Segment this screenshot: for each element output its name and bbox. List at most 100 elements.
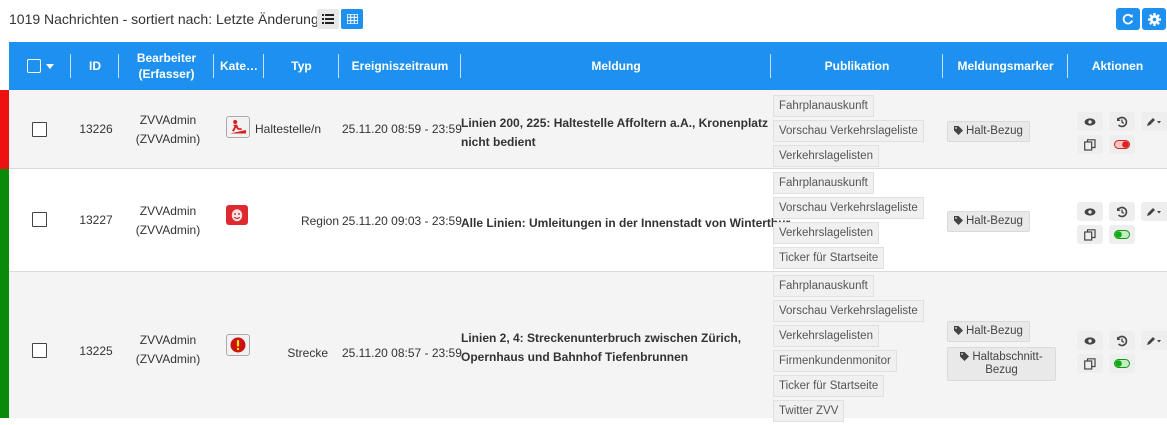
settings-button[interactable] [1142,8,1166,30]
row-meldung[interactable]: Alle Linien: Umleitungen in der Innensta… [461,214,790,233]
marker-badge[interactable]: Halt-Bezug [947,321,1030,342]
publikation-chip: Vorschau Verkehrslageliste [773,120,924,142]
row-typ: Region [300,214,339,228]
refresh-button[interactable] [1116,8,1140,30]
row-id: 13227 [79,213,113,227]
view-button[interactable] [1077,202,1103,221]
gear-icon [1147,12,1161,26]
face-icon [226,205,248,225]
column-header-publikation[interactable]: Publikation [771,42,943,90]
grid-view-button[interactable] [341,9,363,29]
row-id: 13226 [79,122,113,136]
refresh-icon [1122,13,1134,25]
table-header: ID Bearbeiter (Erfasser) Kate… Typ Ereig… [9,42,1167,90]
grid-view-icon [346,14,358,24]
column-header-zeitraum[interactable]: Ereigniszeitraum [339,42,461,90]
status-indicator [0,272,9,418]
stop-person-icon [226,116,250,138]
tag-icon [954,326,963,336]
edit-dropdown-button[interactable] [1141,202,1167,221]
eye-icon [1084,207,1096,216]
history-button[interactable] [1109,202,1135,221]
view-button[interactable] [1077,112,1103,131]
tag-icon [954,216,963,226]
publikation-chip: Fahrplanauskunft [773,275,874,297]
publikation-chip: Verkehrslagelisten [773,145,879,167]
column-header-meldung[interactable]: Meldung [461,42,771,90]
copy-icon [1084,357,1096,370]
publikation-chip: Twitter ZVV [773,400,845,422]
history-icon [1117,206,1128,217]
row-zeitraum: 25.11.20 09:03 - 23:59 [342,214,462,228]
row-user: ZVVAdmin (ZVVAdmin) [135,333,201,366]
row-checkbox[interactable] [32,212,47,227]
column-header-bearbeiter-line2: (Erfasser) [138,67,195,81]
list-view-icon [322,14,334,24]
copy-button[interactable] [1077,354,1103,373]
row-meldung[interactable]: Linien 2, 4: Streckenunterbruch zwischen… [461,329,761,367]
publikation-chip: Fahrplanauskunft [773,172,874,194]
publikation-chip: Verkehrslagelisten [773,325,879,347]
status-indicator [0,169,9,272]
table-row[interactable]: 13226 ZVVAdmin (ZVVAdmin) Haltestelle/n … [0,90,1167,169]
column-header-bearbeiter[interactable]: Bearbeiter (Erfasser) [119,42,214,90]
active-toggle[interactable] [1109,135,1135,154]
copy-icon [1084,228,1096,241]
copy-button[interactable] [1077,135,1103,154]
table-row[interactable]: 13227 ZVVAdmin (ZVVAdmin) Region 25.11.2… [0,169,1167,272]
row-user: ZVVAdmin (ZVVAdmin) [135,113,201,146]
column-header-bearbeiter-line1: Bearbeiter [136,51,197,65]
pencil-icon [1147,117,1161,126]
copy-button[interactable] [1077,225,1103,244]
active-toggle[interactable] [1109,225,1135,244]
history-button[interactable] [1109,112,1135,131]
publikation-list: Fahrplanauskunft Vorschau Verkehrslageli… [773,172,933,272]
pencil-icon [1147,336,1161,345]
marker-badge[interactable]: Halt-Bezug [947,211,1030,232]
copy-icon [1084,138,1096,151]
table-row[interactable]: 13225 ZVVAdmin (ZVVAdmin) Strecke 25.11.… [0,272,1167,422]
row-checkbox[interactable] [32,343,47,358]
pencil-icon [1147,207,1161,216]
row-typ: Haltestelle/n [255,122,322,136]
publikation-list: Fahrplanauskunft Vorschau Verkehrslageli… [773,275,933,425]
row-zeitraum: 25.11.20 08:57 - 23:59 [342,346,462,360]
tag-icon [954,126,963,136]
row-user: ZVVAdmin (ZVVAdmin) [135,204,201,237]
row-meldung[interactable]: Linien 200, 225: Haltestelle Affoltern a… [461,114,781,152]
publikation-chip: Verkehrslagelisten [773,222,879,244]
row-zeitraum: 25.11.20 08:59 - 23:59 [342,122,462,136]
select-all-dropdown[interactable] [9,42,71,90]
history-button[interactable] [1109,331,1135,350]
column-header-marker[interactable]: Meldungsmarker [943,42,1068,90]
publikation-chip: Fahrplanauskunft [773,95,874,117]
publikation-chip: Vorschau Verkehrslageliste [773,300,924,322]
edit-dropdown-button[interactable] [1141,331,1167,350]
edit-dropdown-button[interactable] [1141,112,1167,131]
column-header-id[interactable]: ID [71,42,119,90]
publikation-chip: Ticker für Startseite [773,247,885,269]
marker-badge[interactable]: Halt-Bezug [947,121,1030,142]
publikation-chip: Firmenkundenmonitor [773,350,897,372]
row-checkbox[interactable] [32,122,47,137]
toggle-on-icon [1114,230,1130,239]
list-view-button[interactable] [317,9,339,29]
warning-icon [226,334,250,356]
view-button[interactable] [1077,331,1103,350]
row-typ: Strecke [287,346,328,360]
marker-badge[interactable]: Haltabschnitt-Bezug [947,347,1056,381]
history-icon [1117,116,1128,127]
publikation-chip: Vorschau Verkehrslageliste [773,197,924,219]
toolbar: 1019 Nachrichten - sortiert nach: Letzte… [0,0,1167,42]
column-header-typ[interactable]: Typ [264,42,339,90]
toggle-on-icon [1114,359,1130,368]
status-indicator [0,90,9,169]
history-icon [1117,335,1128,346]
select-all-checkbox[interactable] [26,59,41,73]
column-header-aktionen: Aktionen [1091,59,1144,73]
publikation-list: Fahrplanauskunft Vorschau Verkehrslageli… [773,95,933,170]
publikation-chip: Ticker für Startseite [773,375,885,397]
row-id: 13225 [79,344,113,358]
column-header-kategorie[interactable]: Kate… [214,42,264,90]
active-toggle[interactable] [1109,354,1135,373]
